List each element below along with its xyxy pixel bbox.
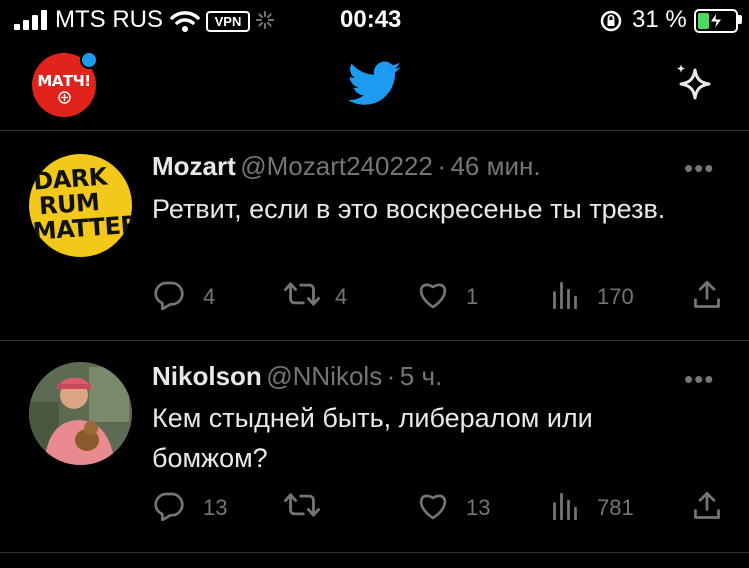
views-count: 781 [597,495,634,520]
share-icon[interactable] [693,491,721,521]
like-count: 1 [466,284,479,309]
retweet-icon[interactable] [284,280,320,308]
more-options-icon[interactable]: ••• [684,366,714,392]
reply-count: 4 [203,284,216,309]
charging-bolt-icon [709,11,723,31]
clock: 00:43 [340,6,402,33]
battery-tip [738,15,742,24]
tweet-text: Ретвит, если в это воскресенье ты трезв. [152,194,666,224]
vpn-badge: VPN [206,11,250,32]
retweet-icon[interactable] [284,491,320,519]
loading-spinner-icon [256,11,274,29]
twitter-bird-icon[interactable] [348,61,402,107]
reply-icon[interactable] [153,491,185,521]
views-count: 170 [597,284,634,309]
reply-count: 13 [203,495,228,520]
like-count: 13 [466,495,491,520]
tweet-avatar[interactable]: DARK RUM MATTER [29,154,132,257]
orientation-lock-icon [600,10,622,32]
battery-icon [694,9,738,33]
battery-percentage: 31 % [632,6,687,33]
carrier-label: MTS RUS [55,6,163,33]
sparkle-icon[interactable] [673,62,719,108]
tweet-time[interactable]: 5 ч. [400,361,442,391]
header-divider [0,130,749,131]
reply-icon[interactable] [153,280,185,310]
tweet-divider [0,552,749,553]
wifi-icon [170,11,200,32]
tweet-text: Кем стыдней быть, либералом или бомжом? [152,403,593,473]
tweet-avatar[interactable] [29,362,132,465]
retweet-count: 4 [335,284,348,309]
more-options-icon[interactable]: ••• [684,155,714,181]
logo-text: МАТЧ! [37,72,91,90]
meta-separator: · [437,151,446,181]
avatar-photo [29,362,132,465]
author-name[interactable]: Nikolson [152,361,262,391]
signal-strength-icon [14,10,48,30]
tweet-header: Mozart @Mozart240222 · 46 мин. [152,151,541,182]
views-icon[interactable] [551,492,579,520]
author-handle[interactable]: @Mozart240222 [240,151,433,181]
tweet-time[interactable]: 46 мин. [450,151,540,181]
author-name[interactable]: Mozart [152,151,236,181]
views-icon[interactable] [551,281,579,309]
brand-emblem-icon [58,91,71,104]
like-icon[interactable] [417,492,449,520]
author-handle[interactable]: @NNikols [266,361,382,391]
meta-separator: · [386,361,396,391]
tweet-divider [0,340,749,341]
avatar-line-3: MATTER [31,210,132,246]
notification-dot [80,51,98,69]
like-icon[interactable] [417,281,449,309]
tweet-header: Nikolson @NNikols · 5 ч. [152,361,442,392]
share-icon[interactable] [693,280,721,310]
